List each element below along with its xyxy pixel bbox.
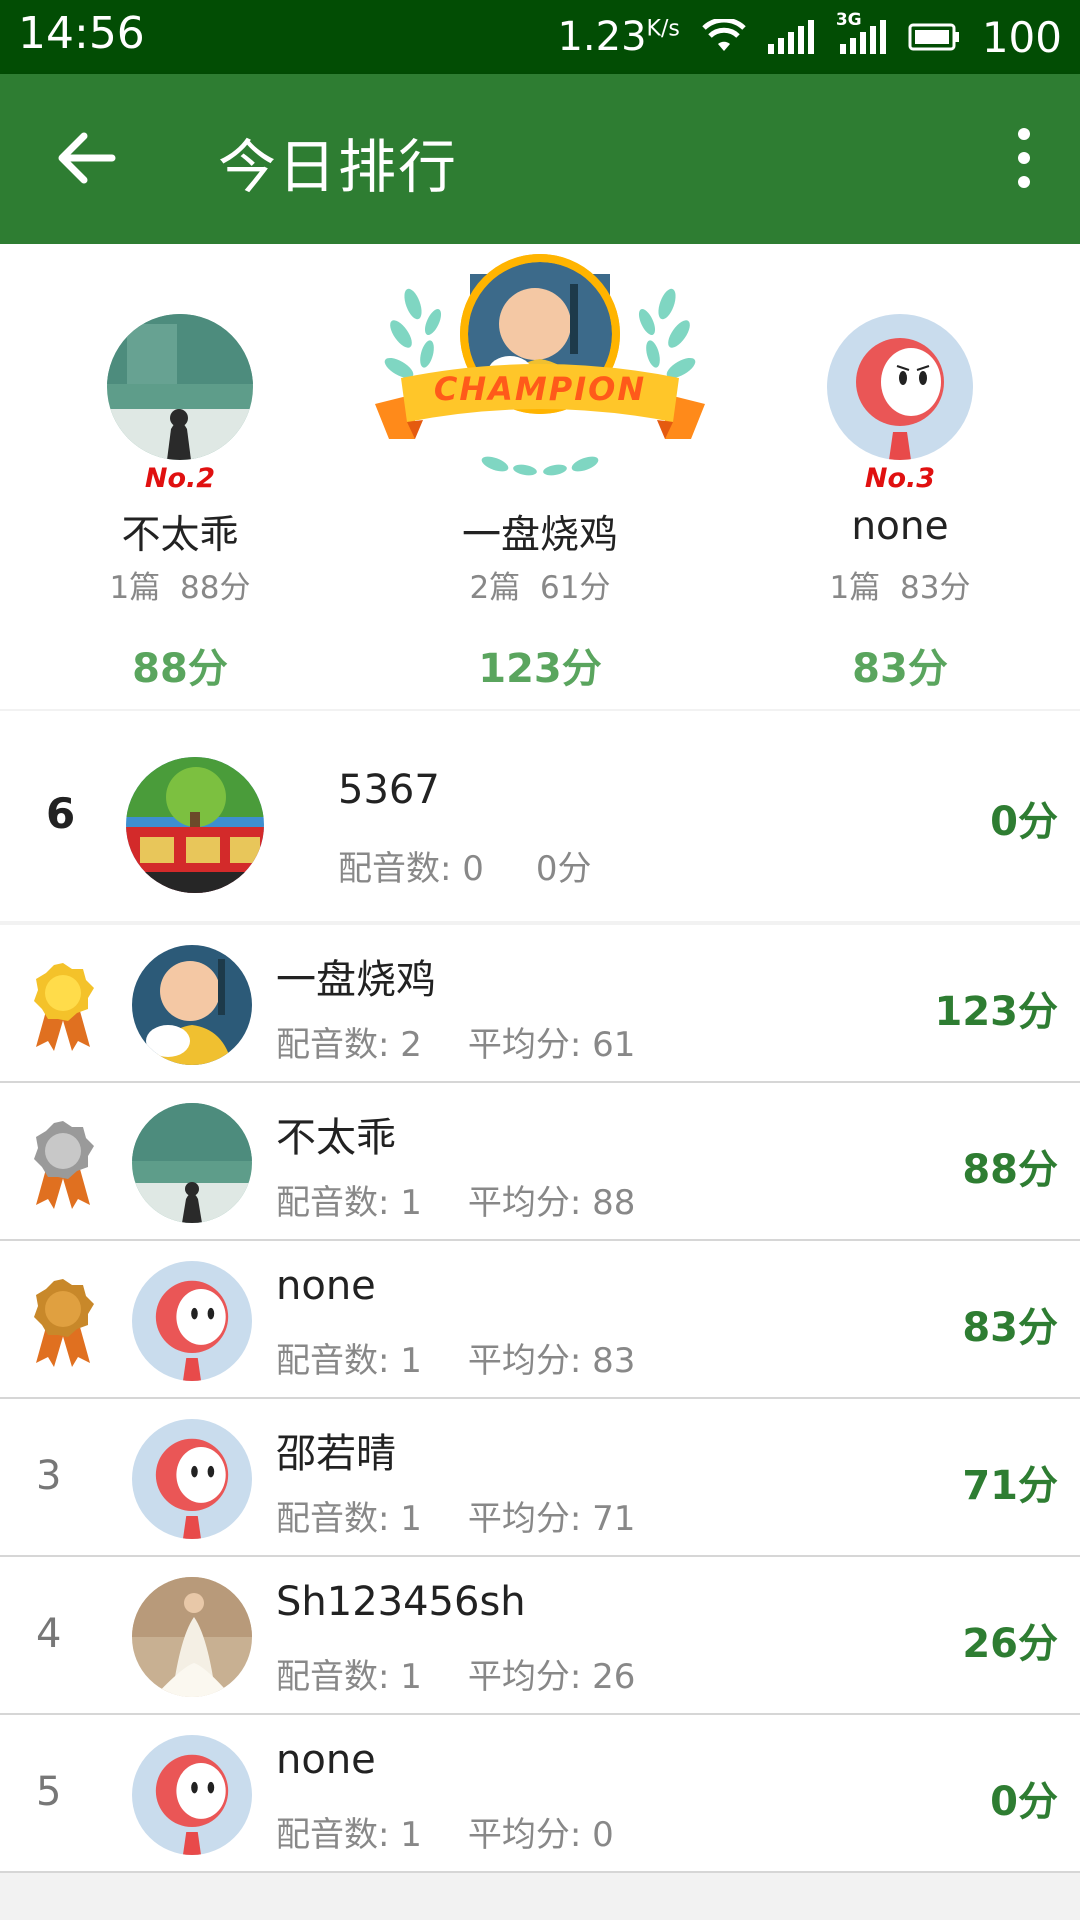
- laurel-wreath-icon: [375, 254, 705, 476]
- list-score: 123分: [934, 989, 1059, 1035]
- default-avatar-icon: [827, 314, 973, 460]
- silver-medal-icon: [34, 1121, 94, 1209]
- list-name: Sh123456sh: [276, 1579, 526, 1625]
- avatar: [132, 1577, 252, 1697]
- avatar: [107, 314, 253, 460]
- signal-3g-icon: 3G: [836, 10, 886, 54]
- my-rank-row[interactable]: 6 5367 配音数: 0 0分 0分: [0, 711, 1080, 921]
- list-name: none: [276, 1263, 376, 1309]
- net-speed: 1.23K/s: [557, 14, 680, 60]
- list-name: 不太乖: [276, 1115, 396, 1161]
- list-item[interactable]: 3 none 配音数: 1平均分: 83 83分: [0, 1241, 1080, 1399]
- wifi-icon: [702, 19, 746, 51]
- list-detail: 配音数: 1 平均分: 83: [276, 1341, 636, 1381]
- list-item[interactable]: 2 不太乖 配音数: 1平均分: 88 88分: [0, 1083, 1080, 1241]
- list-item[interactable]: 3 邵若晴 配音数: 1 平均分: 71 71分: [0, 1399, 1080, 1557]
- more-vertical-icon[interactable]: [1004, 118, 1044, 198]
- avatar: [132, 1419, 252, 1539]
- podium-meta: 1篇 88分: [109, 570, 251, 606]
- rank-number: 5: [36, 1769, 62, 1815]
- podium-meta: 2篇 61分: [469, 570, 611, 606]
- status-icons: 1.23K/s 3G 100: [557, 8, 1062, 66]
- list-detail: 配音数: 2 平均分: 61: [276, 1025, 636, 1065]
- ranking-list: 1 一盘烧鸡 配音数: 2平均分: 61 123分 2: [0, 925, 1080, 1873]
- status-bar: 14:56 1.23K/s 3G 100: [0, 0, 1080, 74]
- default-avatar-icon: [132, 1419, 252, 1539]
- avatar: [126, 757, 264, 893]
- default-avatar-icon: [132, 1735, 252, 1855]
- gold-medal-icon: [34, 963, 94, 1051]
- avatar: [132, 1261, 252, 1381]
- list-score: 0分: [990, 1779, 1058, 1825]
- page-title: 今日排行: [218, 133, 459, 201]
- list-name: 邵若晴: [276, 1431, 396, 1477]
- list-score: 71分: [962, 1463, 1058, 1509]
- list-item[interactable]: 5 none 配音数: 1 平均分: 0 0分: [0, 1715, 1080, 1873]
- my-rank-number: 6: [46, 789, 76, 838]
- list-detail: 配音数: 1 平均分: 26: [276, 1657, 636, 1697]
- list-item[interactable]: 1 一盘烧鸡 配音数: 2平均分: 61 123分: [0, 925, 1080, 1083]
- arrow-left-icon[interactable]: [50, 122, 122, 194]
- rank-tag: No.3: [864, 463, 936, 494]
- signal-icon: [767, 20, 814, 54]
- list-item[interactable]: 4 Sh123456sh 配音数: 1 平均分: 26 26分: [0, 1557, 1080, 1715]
- my-score: 0分: [990, 799, 1058, 845]
- list-detail: 配音数: 1 平均分: 0: [276, 1815, 614, 1855]
- default-avatar-icon: [132, 1261, 252, 1381]
- podium-name: 不太乖: [121, 513, 239, 558]
- avatar: [827, 314, 973, 460]
- app-bar: 今日排行: [0, 74, 1080, 244]
- podium-score: 83分: [852, 646, 948, 692]
- list-score: 88分: [962, 1147, 1058, 1193]
- battery-level: 100: [981, 12, 1062, 62]
- rank-number: 4: [36, 1611, 62, 1657]
- podium-score: 123分: [478, 646, 602, 692]
- podium-meta: 1篇 83分: [829, 570, 971, 606]
- rank-number: 3: [36, 1453, 62, 1499]
- podium-score: 88分: [132, 646, 228, 692]
- my-detail: 配音数: 0 0分: [338, 849, 592, 889]
- avatar: [132, 1735, 252, 1855]
- rank-tag: No.2: [144, 463, 216, 494]
- list-detail: 配音数: 1 平均分: 88: [276, 1183, 636, 1223]
- champion-label: CHAMPION: [433, 370, 647, 408]
- list-name: none: [276, 1737, 376, 1783]
- battery-icon: [908, 23, 959, 51]
- podium-name: 一盘烧鸡: [461, 513, 618, 558]
- status-time: 14:56: [18, 8, 145, 59]
- list-detail: 配音数: 1 平均分: 71: [276, 1499, 636, 1539]
- list-score: 26分: [962, 1621, 1058, 1667]
- avatar: [132, 945, 252, 1065]
- my-name: 5367: [338, 767, 440, 813]
- top-three-podium: No.2 不太乖 1篇 88分 88分 CHAMPION 一盘烧鸡 2篇 61分…: [0, 244, 1080, 709]
- bronze-medal-icon: [34, 1279, 94, 1367]
- list-score: 83分: [962, 1305, 1058, 1351]
- podium-name: none: [851, 504, 949, 549]
- list-name: 一盘烧鸡: [276, 957, 436, 1003]
- avatar: [132, 1103, 252, 1223]
- champion-badge: CHAMPION: [375, 254, 705, 484]
